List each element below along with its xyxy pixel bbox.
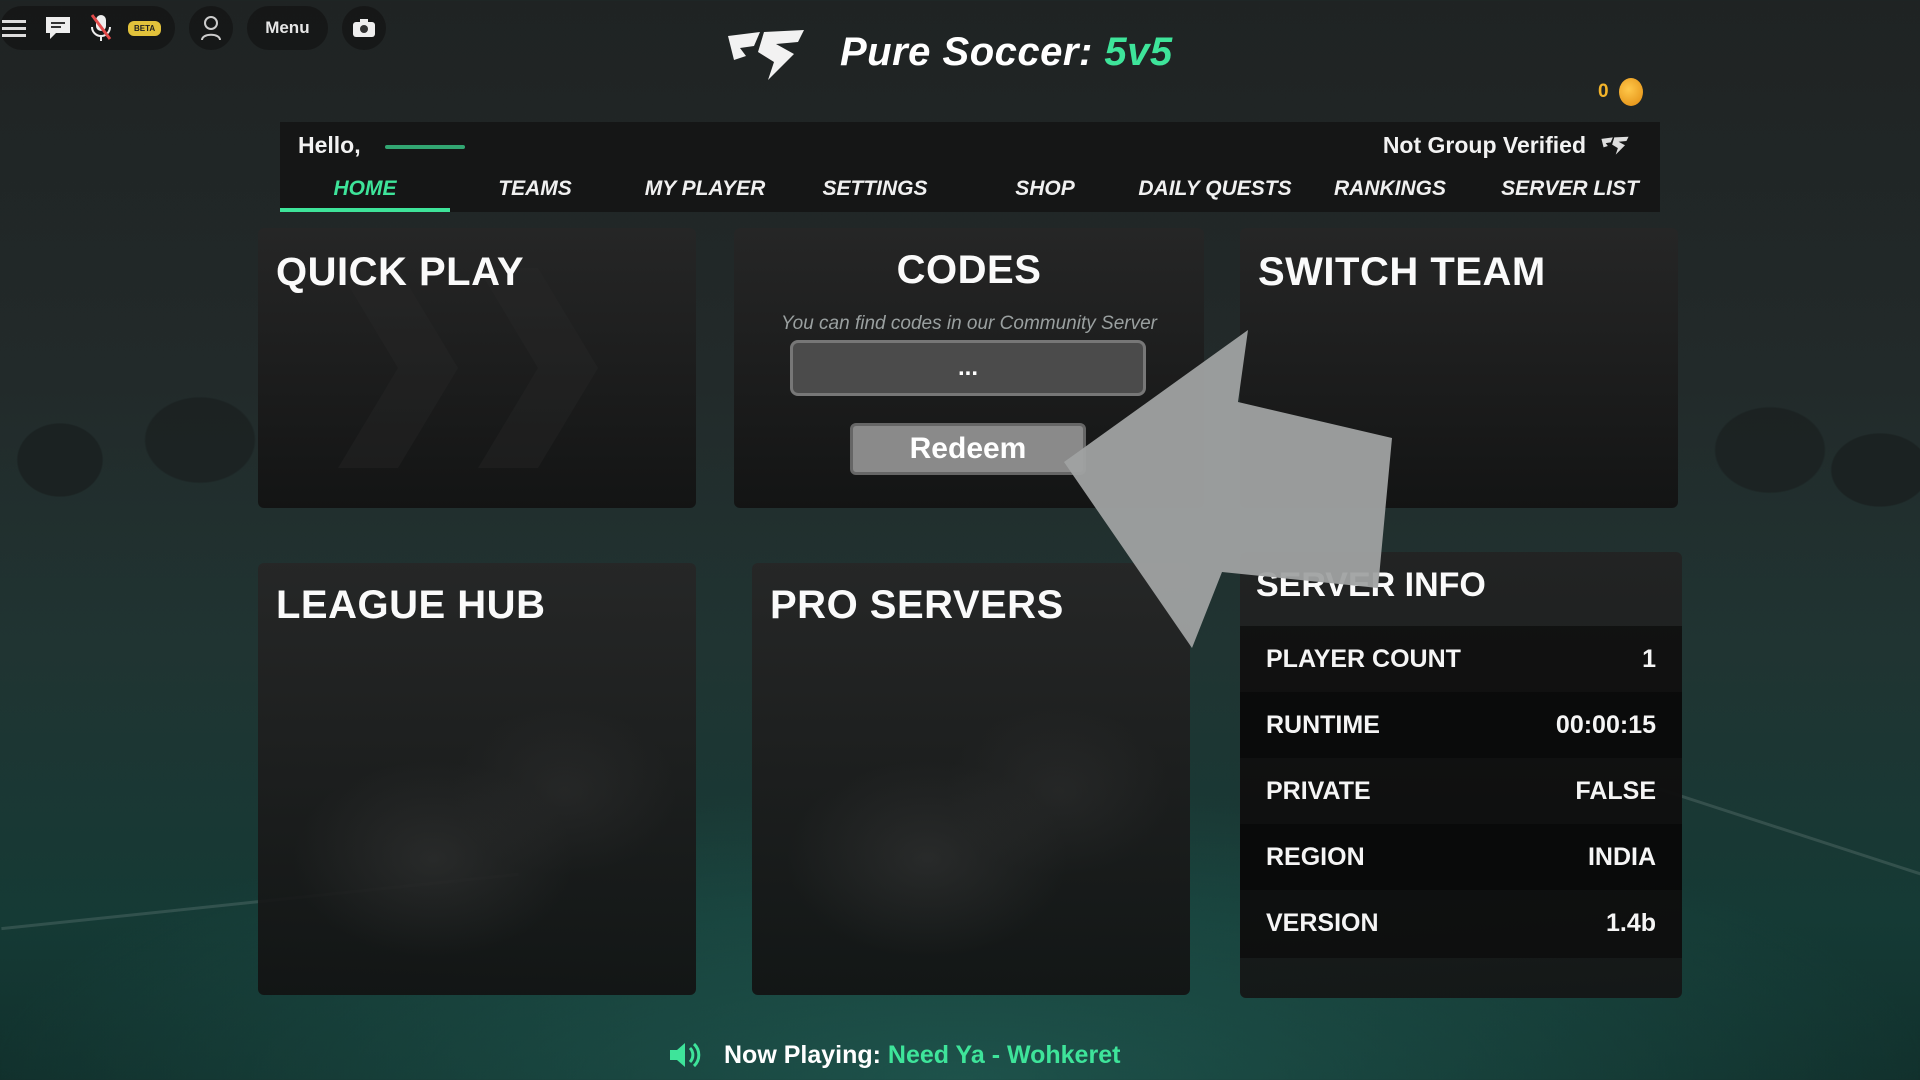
server-info-row: PRIVATE FALSE	[1240, 758, 1682, 824]
server-info-row: RUNTIME 00:00:15	[1240, 692, 1682, 758]
mic-off-icon[interactable]	[88, 12, 114, 44]
hamburger-icon[interactable]	[0, 6, 28, 50]
roblox-menu-button[interactable]: Menu	[247, 6, 328, 50]
tab-teams[interactable]: TEAMS	[450, 172, 620, 212]
tab-daily-quests[interactable]: DAILY QUESTS	[1130, 172, 1300, 212]
pure-soccer-logo	[728, 30, 804, 80]
pro-servers-title: PRO SERVERS	[770, 583, 1064, 627]
player-name-redacted	[384, 144, 465, 149]
server-info-row: REGION INDIA	[1240, 824, 1682, 890]
server-info-title: SERVER INFO	[1256, 566, 1486, 604]
server-info-label: VERSION	[1266, 908, 1379, 937]
nav-tabs: HOME TEAMS MY PLAYER SETTINGS SHOP DAILY…	[280, 172, 1660, 212]
game-title-accent: 5v5	[1104, 30, 1173, 74]
now-playing: Now Playing: Need Ya - Wohkeret	[668, 1040, 1120, 1070]
server-info-label: PLAYER COUNT	[1266, 644, 1461, 673]
codes-subtitle: You can find codes in our Community Serv…	[781, 313, 1157, 334]
server-info-row: PLAYER COUNT 1	[1240, 626, 1682, 692]
tab-settings[interactable]: SETTINGS	[790, 172, 960, 212]
beta-badge: BETA	[128, 20, 162, 36]
chevron-decoration-icon	[478, 268, 598, 468]
league-hub-title: LEAGUE HUB	[276, 583, 546, 627]
codes-title: CODES	[896, 248, 1042, 292]
switch-team-title: SWITCH TEAM	[1258, 250, 1546, 294]
server-info-value: 1.4b	[1605, 908, 1656, 937]
quick-play-panel[interactable]: QUICK PLAY	[258, 228, 696, 508]
game-title: Pure Soccer: 5v5	[840, 30, 1173, 75]
server-info-label: REGION	[1266, 842, 1365, 871]
now-playing-song: Need Ya - Wohkeret	[887, 1040, 1121, 1069]
greeting-label: Hello,	[298, 132, 361, 158]
switch-team-panel[interactable]: SWITCH TEAM	[1240, 228, 1678, 508]
tab-server-list[interactable]: SERVER LIST	[1480, 172, 1660, 212]
server-info-table: PLAYER COUNT 1 RUNTIME 00:00:15 PRIVATE …	[1240, 626, 1682, 958]
pro-servers-panel[interactable]: PRO SERVERS	[752, 563, 1190, 995]
group-verify-status[interactable]: Not Group Verified	[1383, 132, 1630, 159]
tab-rankings[interactable]: RANKINGS	[1300, 172, 1480, 212]
camera-icon[interactable]	[341, 6, 386, 50]
server-info-row: VERSION 1.4b	[1240, 890, 1682, 956]
server-info-value: 1	[1642, 644, 1656, 673]
tab-home[interactable]: HOME	[280, 172, 450, 212]
roblox-topbar: BETA Menu	[0, 6, 386, 50]
code-input[interactable]	[790, 340, 1146, 396]
coin-count: 0	[1598, 81, 1609, 102]
server-info-label: RUNTIME	[1266, 710, 1380, 739]
now-playing-label: Now Playing:	[724, 1040, 881, 1069]
server-info-value: FALSE	[1575, 776, 1656, 805]
verify-logo-icon	[1601, 136, 1629, 155]
codes-panel: CODES You can find codes in our Communit…	[734, 228, 1204, 508]
avatar-icon[interactable]	[189, 6, 234, 50]
quick-play-title: QUICK PLAY	[276, 250, 525, 294]
server-info-label: PRIVATE	[1266, 776, 1371, 805]
tab-my-player[interactable]: MY PLAYER	[620, 172, 790, 212]
roblox-left-cluster: BETA	[0, 6, 176, 50]
chat-icon[interactable]	[42, 12, 74, 44]
verify-status-text: Not Group Verified	[1382, 132, 1586, 158]
main-navbar: Hello, Not Group Verified HOME TEAMS MY …	[280, 122, 1660, 212]
greeting: Hello,	[298, 132, 465, 159]
game-title-main: Pure Soccer:	[840, 30, 1093, 74]
speaker-icon[interactable]	[668, 1040, 702, 1070]
coin-icon	[1618, 78, 1643, 106]
coin-balance: 0	[1598, 78, 1643, 106]
chevron-decoration-icon	[338, 268, 458, 468]
server-info-value: 00:00:15	[1555, 710, 1656, 739]
pro-servers-background-image	[752, 655, 1190, 995]
redeem-button[interactable]: Redeem	[850, 423, 1086, 475]
tab-shop[interactable]: SHOP	[960, 172, 1130, 212]
pitch-line	[1646, 783, 1920, 880]
league-hub-panel[interactable]: LEAGUE HUB	[258, 563, 696, 995]
server-info-value: INDIA	[1587, 842, 1656, 871]
league-hub-background-image	[258, 655, 696, 995]
